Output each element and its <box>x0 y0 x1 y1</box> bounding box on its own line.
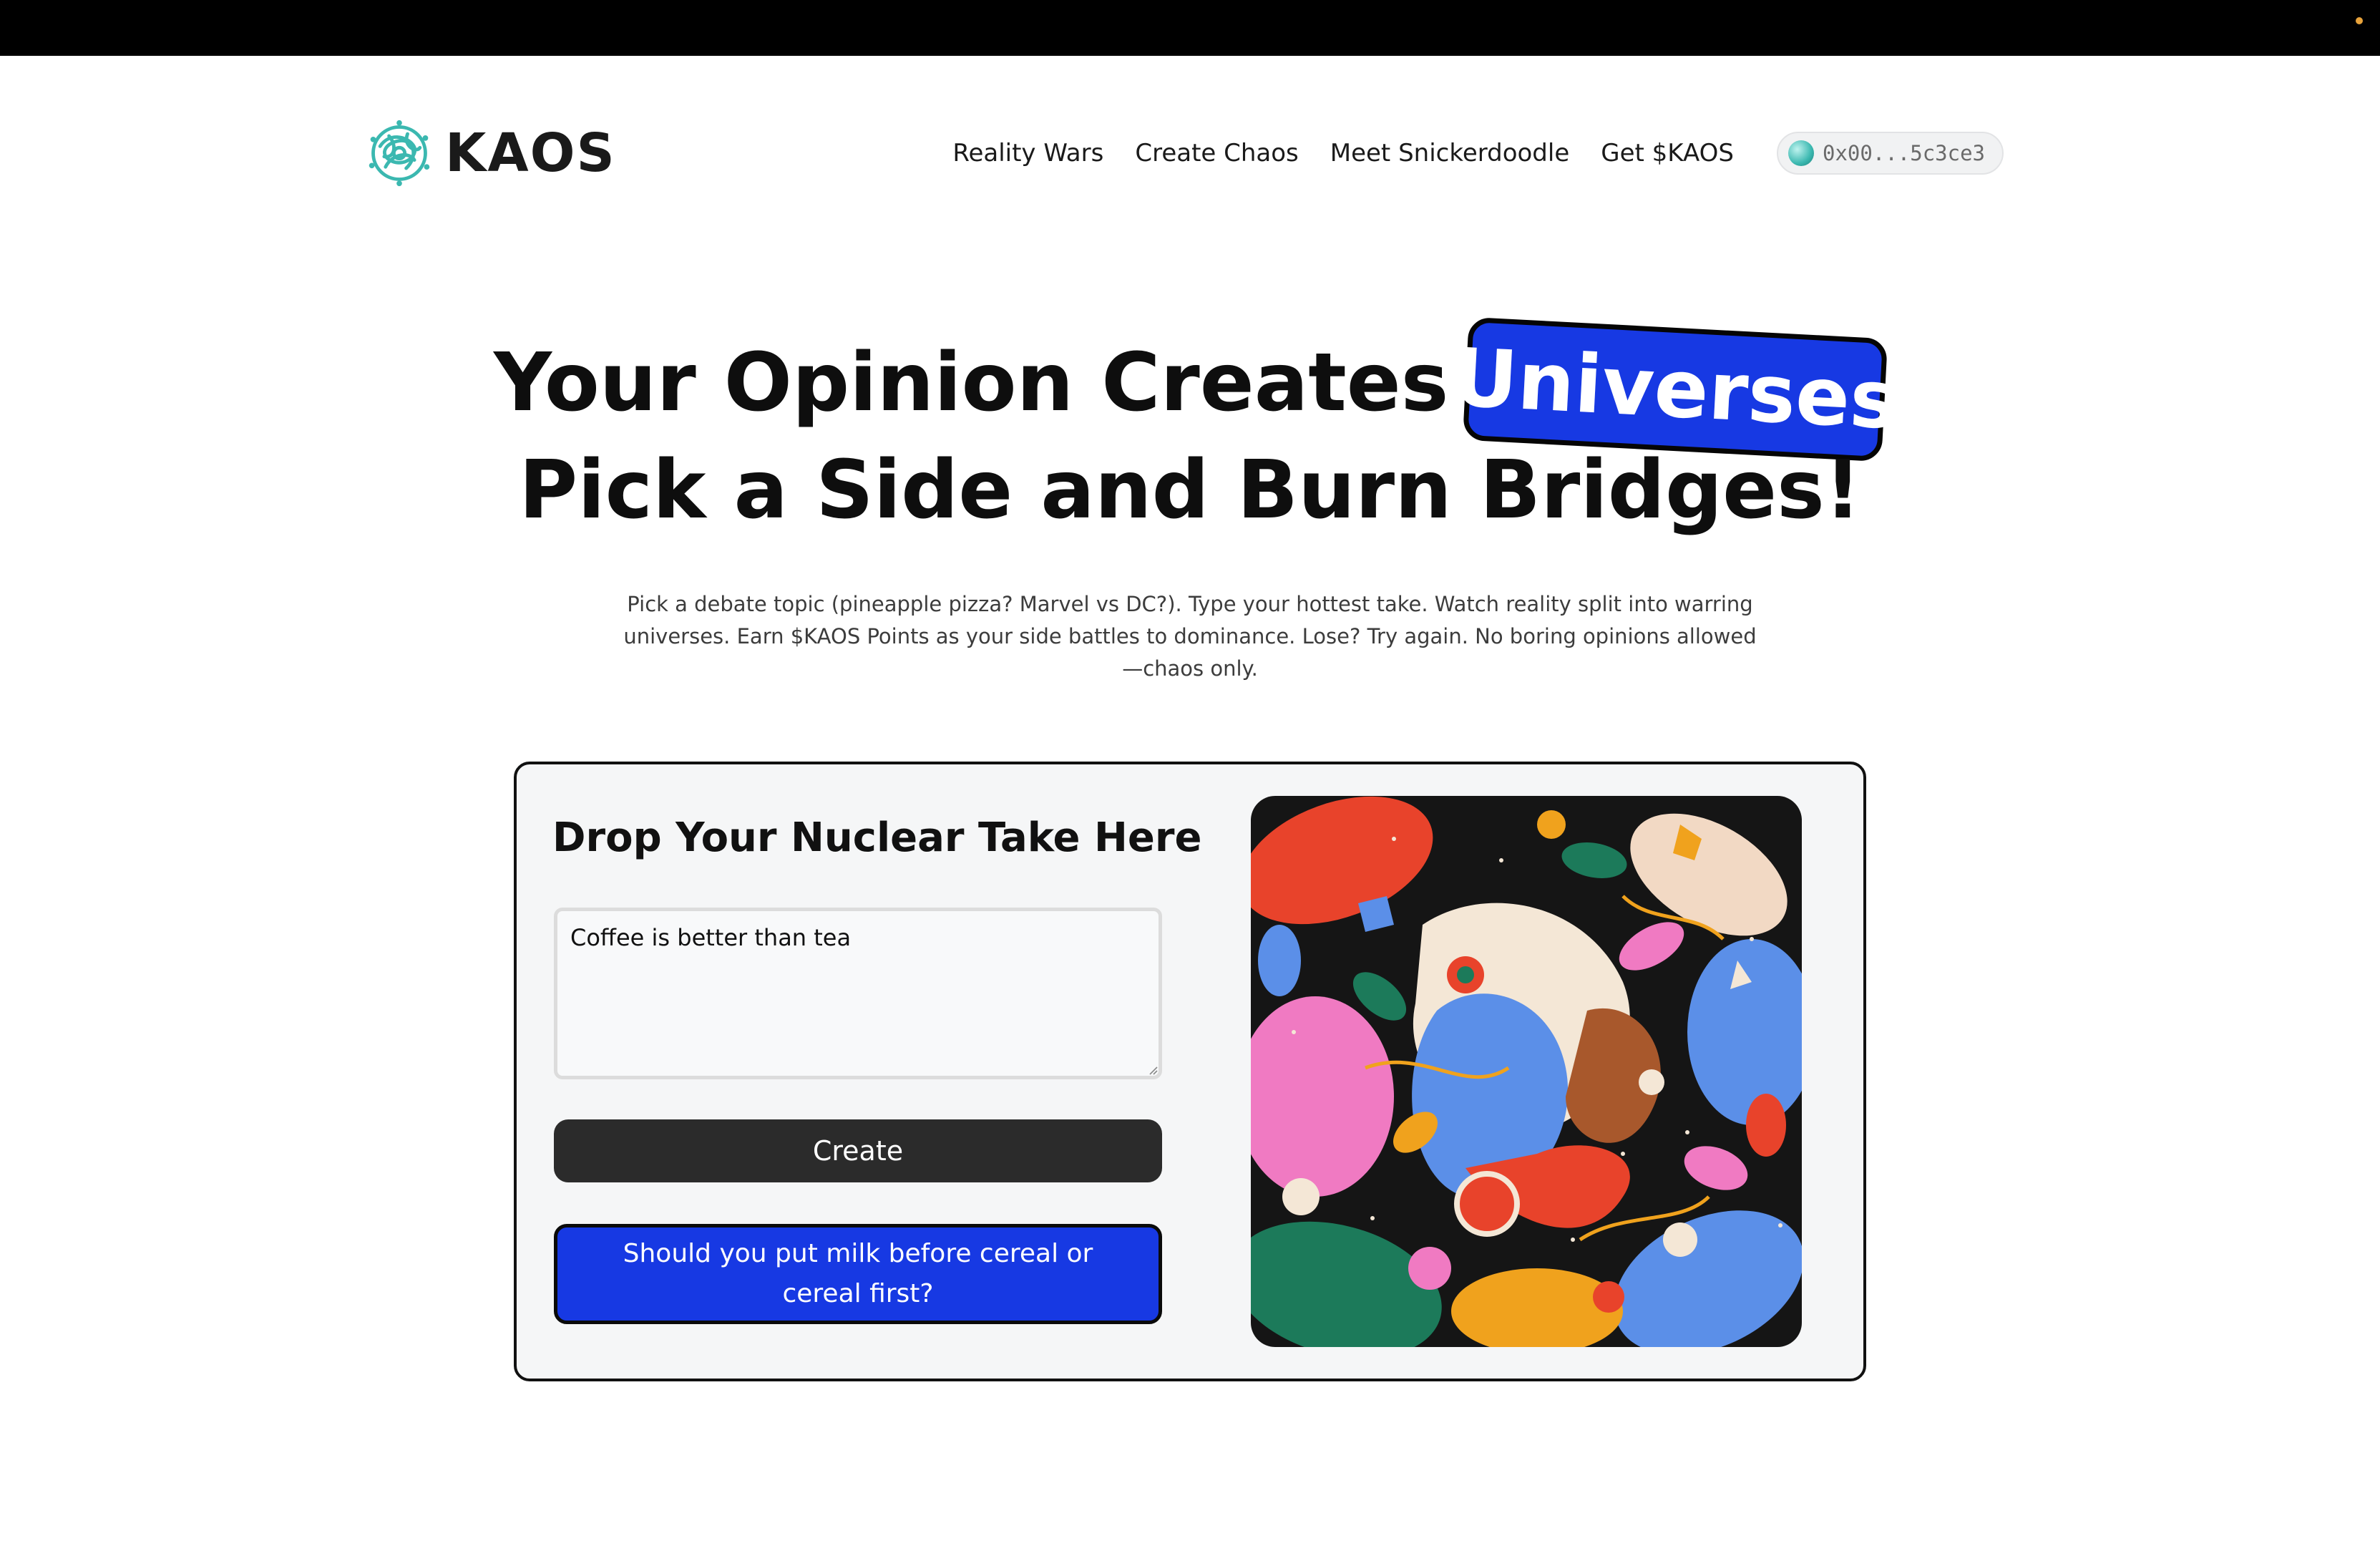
nav-create-chaos[interactable]: Create Chaos <box>1135 139 1298 167</box>
status-dot <box>2356 17 2363 24</box>
main-nav: Reality Wars Create Chaos Meet Snickerdo… <box>921 132 2004 175</box>
chaos-illustration <box>1251 796 1802 1347</box>
wallet-address: 0x00...5c3ce3 <box>1823 141 1985 165</box>
hero-highlight-badge: Universes <box>1450 316 1900 462</box>
card-title: Drop Your Nuclear Take Here <box>552 815 1202 861</box>
site-header: KAOS Reality Wars Create Chaos Meet Snic… <box>365 115 2004 193</box>
logo-text: KAOS <box>445 122 616 184</box>
logo[interactable]: KAOS <box>365 119 616 188</box>
wallet-avatar-icon <box>1788 140 1815 166</box>
tangle-logo-icon <box>369 120 430 187</box>
suggested-topic-button[interactable]: Should you put milk before cereal or cer… <box>554 1224 1162 1324</box>
nav-meet-snickerdoodle[interactable]: Meet Snickerdoodle <box>1330 139 1570 167</box>
create-button[interactable]: Create <box>554 1119 1162 1182</box>
resize-grip-icon[interactable] <box>1148 1065 1158 1075</box>
wallet-button[interactable]: 0x00...5c3ce3 <box>1777 132 2004 175</box>
take-input[interactable]: Coffee is better than tea <box>554 908 1162 1079</box>
nav-reality-wars[interactable]: Reality Wars <box>952 139 1103 167</box>
create-take-card: Drop Your Nuclear Take Here Coffee is be… <box>514 762 1866 1381</box>
chaos-artwork <box>1251 796 1802 1347</box>
hero-description: Pick a debate topic (pineapple pizza? Ma… <box>623 592 1757 681</box>
nav-get-kaos[interactable]: Get $KAOS <box>1601 139 1734 167</box>
hero-title-line2: Pick a Side and Burn Bridges! <box>519 444 1861 537</box>
top-bar <box>0 0 2380 56</box>
hero-highlight-text: Universes <box>1450 331 1901 448</box>
